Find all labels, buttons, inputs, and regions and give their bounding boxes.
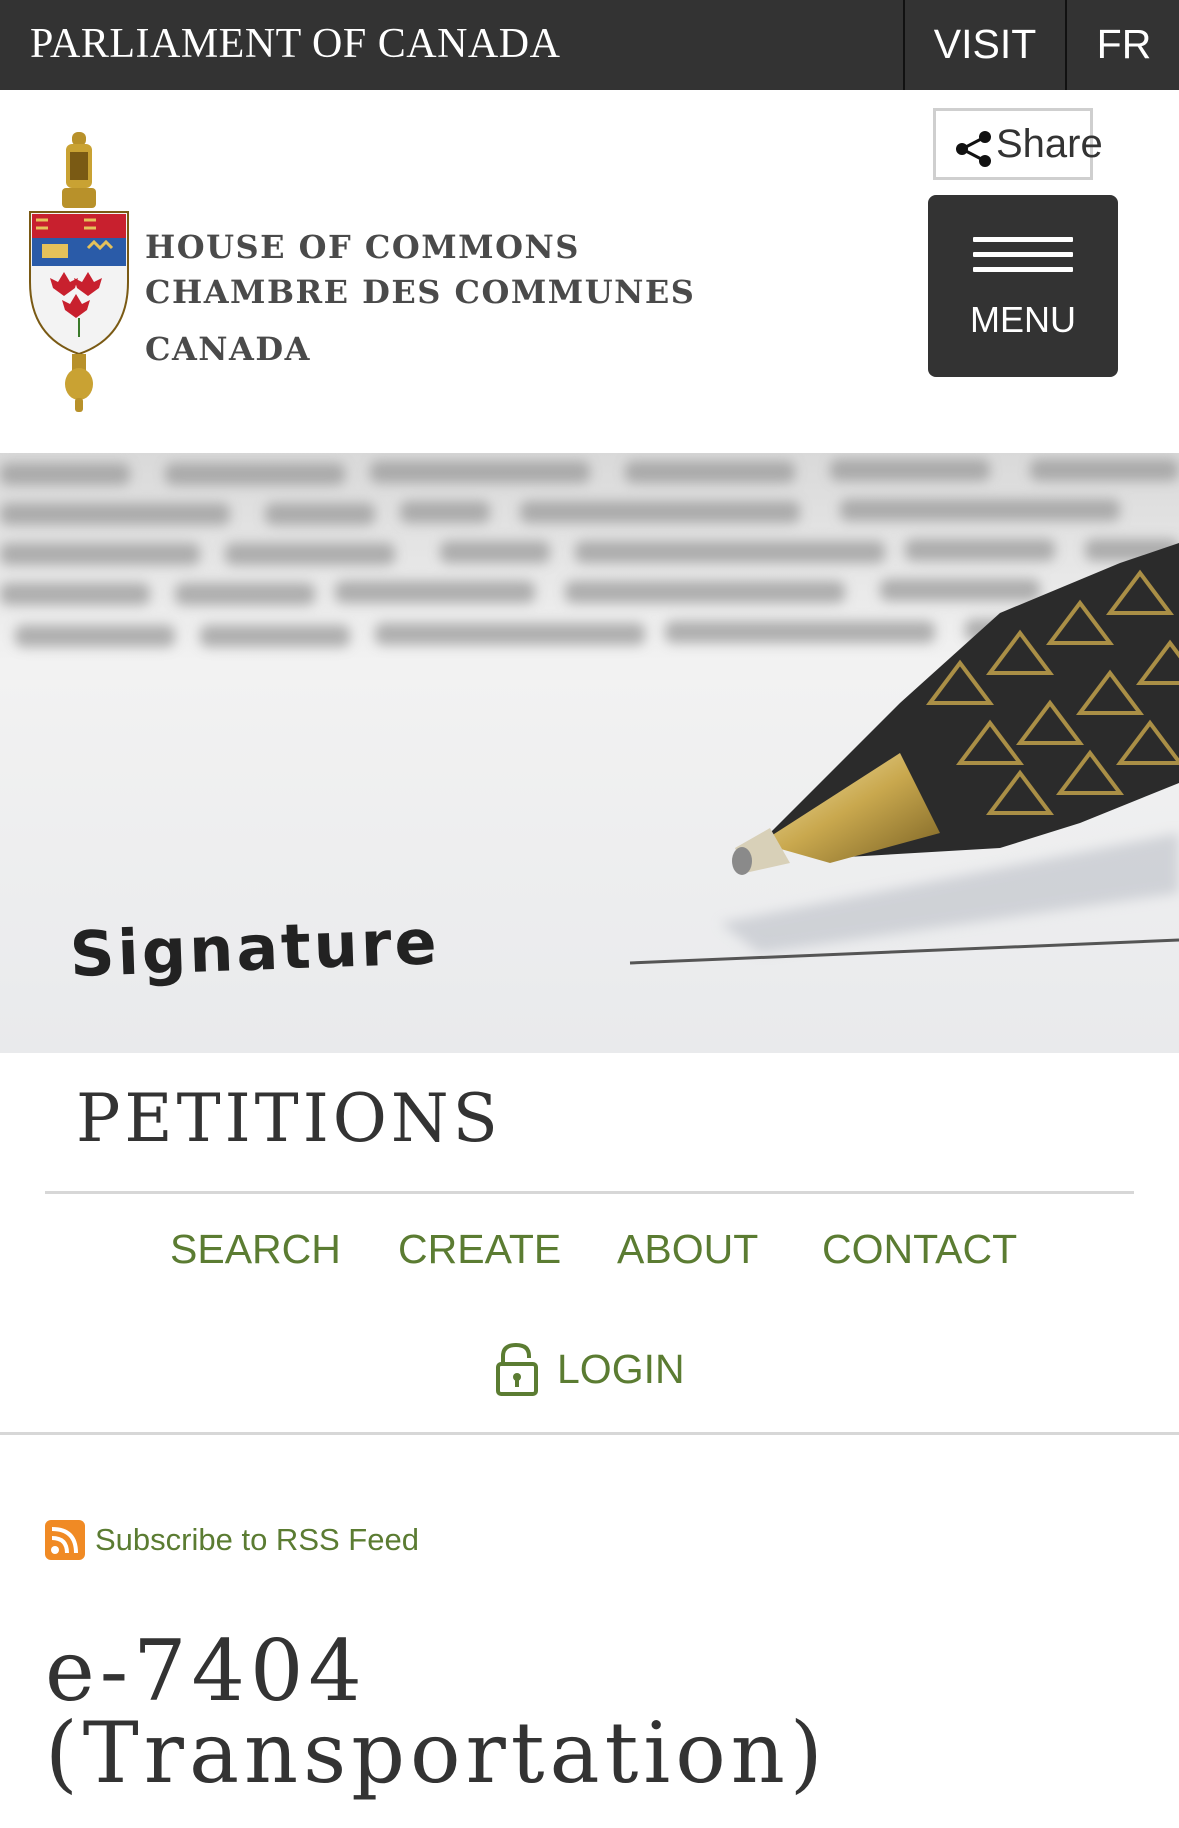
menu-label: MENU: [970, 299, 1076, 340]
top-bar: PARLIAMENT OF CANADA VISIT FR: [0, 0, 1179, 90]
language-toggle-fr[interactable]: FR: [1065, 0, 1179, 90]
logo-line-canada: CANADA: [145, 330, 311, 368]
share-icon: [956, 131, 991, 167]
unlock-icon: [496, 1342, 538, 1396]
hero-signature-caption: Signature: [69, 905, 441, 991]
nav-search-link[interactable]: SEARCH: [170, 1226, 341, 1273]
visit-link[interactable]: VISIT: [903, 0, 1065, 90]
menu-button[interactable]: MENU: [928, 195, 1118, 377]
hamburger-icon: [973, 237, 1073, 282]
nav-create-link[interactable]: CREATE: [398, 1226, 561, 1273]
section-divider: [45, 1191, 1134, 1194]
petition-title: e-7404 (Transportation): [45, 1622, 828, 1802]
rss-feed-icon: [45, 1520, 85, 1560]
login-label: LOGIN: [557, 1346, 685, 1392]
parliament-of-canada-link[interactable]: PARLIAMENT OF CANADA: [30, 0, 560, 90]
share-label: Share: [996, 122, 1103, 166]
nav-about-link[interactable]: ABOUT: [617, 1226, 758, 1273]
page-section-title: PETITIONS: [76, 1080, 502, 1157]
house-of-commons-wordmark: HOUSE OF COMMONS CHAMBRE DES COMMUNES CA…: [145, 225, 695, 372]
nav-divider: [0, 1432, 1179, 1435]
petition-category: (Transportation): [45, 1704, 828, 1802]
signature-pen-hero-image: Signature: [0, 453, 1179, 1053]
logo-line-french: CHAMBRE DES COMMUNES: [145, 273, 696, 311]
rss-subscribe-link[interactable]: Subscribe to RSS Feed: [95, 1522, 419, 1558]
petition-number: e-7404: [45, 1622, 367, 1720]
nav-contact-link[interactable]: CONTACT: [822, 1226, 1017, 1273]
share-button[interactable]: Share: [933, 108, 1103, 180]
house-of-commons-crest-logo[interactable]: [28, 132, 130, 412]
logo-line-english: HOUSE OF COMMONS: [145, 228, 580, 266]
